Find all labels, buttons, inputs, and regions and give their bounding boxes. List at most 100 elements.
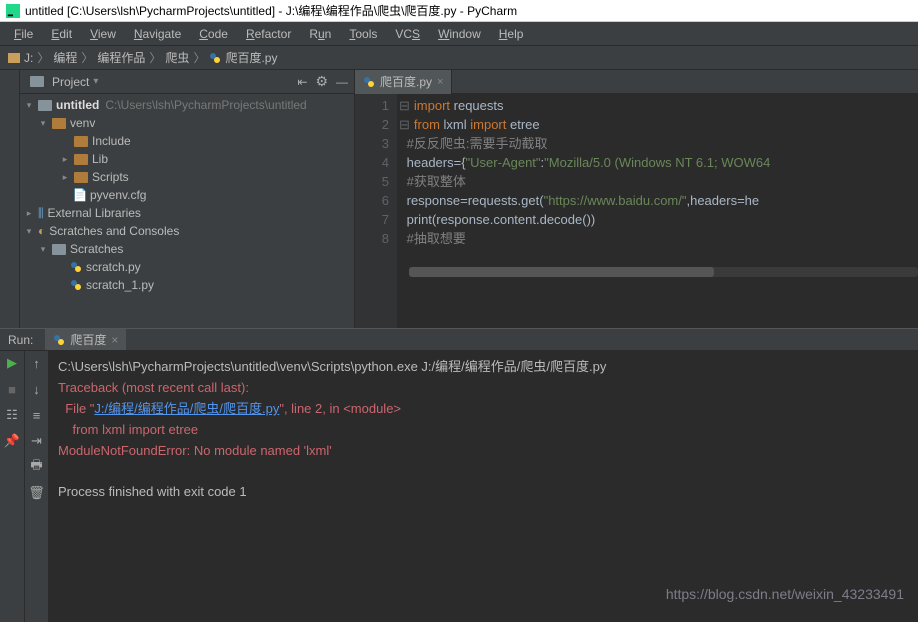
tree-label: Lib	[92, 152, 108, 166]
menu-help[interactable]: Help	[491, 25, 532, 43]
menu-tools[interactable]: Tools	[341, 25, 385, 43]
expand-arrow-icon[interactable]: ▾	[24, 226, 34, 237]
left-tool-stripe[interactable]	[0, 70, 20, 328]
project-icon	[30, 76, 44, 87]
menu-code[interactable]: Code	[191, 25, 236, 43]
console-output[interactable]: C:\Users\lsh\PycharmProjects\untitled\ve…	[48, 351, 918, 622]
editor-area: 爬百度.py × 12345678 ⊟import requests ⊟from…	[355, 70, 918, 328]
sidebar-title[interactable]: Project	[52, 75, 89, 89]
horizontal-scrollbar[interactable]	[409, 267, 918, 277]
window-title: untitled [C:\Users\lsh\PycharmProjects\u…	[25, 2, 517, 19]
library-icon: ⫼	[38, 206, 44, 221]
app-icon	[6, 4, 20, 18]
menu-view[interactable]: View	[82, 25, 124, 43]
layout-icon[interactable]: ☷	[4, 407, 20, 423]
folder-icon	[74, 154, 88, 165]
menu-refactor[interactable]: Refactor	[238, 25, 299, 43]
tree-root[interactable]: ▾ untitled C:\Users\lsh\PycharmProjects\…	[20, 96, 354, 114]
menu-vcs[interactable]: VCS	[387, 25, 428, 43]
console-exit: Process finished with exit code 1	[58, 484, 247, 499]
rerun-icon[interactable]: ▶	[4, 355, 20, 371]
collapse-icon[interactable]: ⇤	[297, 75, 307, 89]
editor-body[interactable]: 12345678 ⊟import requests ⊟from lxml imp…	[355, 94, 918, 328]
tree-item[interactable]: ▸ Lib	[20, 150, 354, 168]
editor-tab[interactable]: 爬百度.py ×	[355, 70, 452, 94]
folder-icon	[38, 100, 52, 111]
down-icon[interactable]: ↓	[29, 381, 45, 397]
python-file-icon	[70, 261, 82, 273]
tree-label: venv	[70, 116, 95, 130]
folder-icon	[52, 244, 66, 255]
tree-scratches-root[interactable]: ▾ ◐ Scratches and Consoles	[20, 222, 354, 240]
menubar: File Edit View Navigate Code Refactor Ru…	[0, 22, 918, 46]
menu-file[interactable]: File	[6, 25, 41, 43]
close-icon[interactable]: ×	[437, 76, 443, 88]
python-file-icon	[70, 279, 82, 291]
print-icon[interactable]: 🖶	[29, 459, 45, 475]
close-icon[interactable]: ×	[111, 333, 118, 347]
folder-icon	[8, 53, 20, 63]
menu-navigate[interactable]: Navigate	[126, 25, 189, 43]
project-tree[interactable]: ▾ untitled C:\Users\lsh\PycharmProjects\…	[20, 94, 354, 328]
breadcrumb-part[interactable]: 编程	[53, 49, 77, 66]
up-icon[interactable]: ↑	[29, 355, 45, 371]
tree-item[interactable]: ▸ Scripts	[20, 168, 354, 186]
chevron-right-icon: 〉	[81, 49, 93, 66]
error-file-link[interactable]: J:/编程/编程作品/爬虫/爬百度.py	[94, 401, 279, 416]
scratches-icon: ◐	[38, 224, 45, 238]
expand-arrow-icon[interactable]: ▾	[38, 244, 48, 255]
tree-label: scratch.py	[86, 260, 141, 274]
menu-run[interactable]: Run	[301, 25, 339, 43]
menu-edit[interactable]: Edit	[43, 25, 80, 43]
code-content[interactable]: ⊟import requests ⊟from lxml import etree…	[397, 94, 918, 328]
expand-arrow-icon[interactable]: ▸	[60, 172, 70, 183]
sidebar-header: Project ▾ ⇤ ⚙ —	[20, 70, 354, 94]
stop-icon[interactable]: ■	[4, 381, 20, 397]
chevron-right-icon: 〉	[193, 49, 205, 66]
tree-scratches[interactable]: ▾ Scratches	[20, 240, 354, 258]
tree-item[interactable]: Include	[20, 132, 354, 150]
console-error: ModuleNotFoundError: No module named 'lx…	[58, 443, 332, 458]
wrap-icon[interactable]: ≡	[29, 407, 45, 423]
expand-arrow-icon[interactable]: ▸	[24, 208, 34, 219]
expand-arrow-icon[interactable]: ▾	[24, 100, 34, 111]
breadcrumb-part[interactable]: 编程作品	[97, 49, 145, 66]
run-panel: Run: 爬百度 × ▶ ■ ☷ 📌 ↑ ↓ ≡ ⇥ 🖶 🗑 C:\Users\…	[0, 328, 918, 622]
tree-item[interactable]: scratch.py	[20, 258, 354, 276]
tree-external[interactable]: ▸ ⫼ External Libraries	[20, 204, 354, 222]
folder-icon	[74, 172, 88, 183]
menu-window[interactable]: Window	[430, 25, 489, 43]
console-traceback: Traceback (most recent call last):	[58, 380, 249, 395]
window-titlebar: untitled [C:\Users\lsh\PycharmProjects\u…	[0, 0, 918, 22]
breadcrumb-part[interactable]: 爬虫	[165, 49, 189, 66]
tree-label: External Libraries	[48, 206, 141, 220]
folder-icon	[52, 118, 66, 129]
project-sidebar: Project ▾ ⇤ ⚙ — ▾ untitled C:\Users\lsh\…	[20, 70, 355, 328]
trash-icon[interactable]: 🗑	[29, 485, 45, 501]
run-toolbar-left: ▶ ■ ☷ 📌	[0, 351, 24, 622]
tree-item[interactable]: scratch_1.py	[20, 276, 354, 294]
editor-tab-label: 爬百度.py	[380, 73, 432, 90]
scroll-icon[interactable]: ⇥	[29, 433, 45, 449]
tree-item[interactable]: 📄 pyvenv.cfg	[20, 186, 354, 204]
console-cmd: C:\Users\lsh\PycharmProjects\untitled\ve…	[58, 359, 606, 374]
tree-venv[interactable]: ▾ venv	[20, 114, 354, 132]
expand-arrow-icon[interactable]: ▸	[60, 154, 70, 165]
expand-arrow-icon[interactable]: ▾	[38, 118, 48, 129]
editor-tabs: 爬百度.py ×	[355, 70, 918, 94]
run-tab-label: 爬百度	[70, 331, 106, 348]
chevron-right-icon: 〉	[149, 49, 161, 66]
run-toolbar-inner: ↑ ↓ ≡ ⇥ 🖶 🗑	[24, 351, 48, 622]
breadcrumb-drive[interactable]: J:	[24, 51, 33, 65]
run-tab[interactable]: 爬百度 ×	[45, 329, 126, 350]
tree-label: Scripts	[92, 170, 129, 184]
run-header: Run: 爬百度 ×	[0, 329, 918, 351]
folder-icon	[74, 136, 88, 147]
dropdown-icon[interactable]: ▾	[93, 76, 98, 87]
tree-label: Scratches and Consoles	[49, 224, 179, 238]
pin-icon[interactable]: 📌	[4, 433, 20, 449]
breadcrumb-file[interactable]: 爬百度.py	[225, 49, 277, 66]
hide-icon[interactable]: —	[336, 75, 348, 89]
gear-icon[interactable]: ⚙	[315, 73, 328, 90]
tree-label: scratch_1.py	[86, 278, 154, 292]
